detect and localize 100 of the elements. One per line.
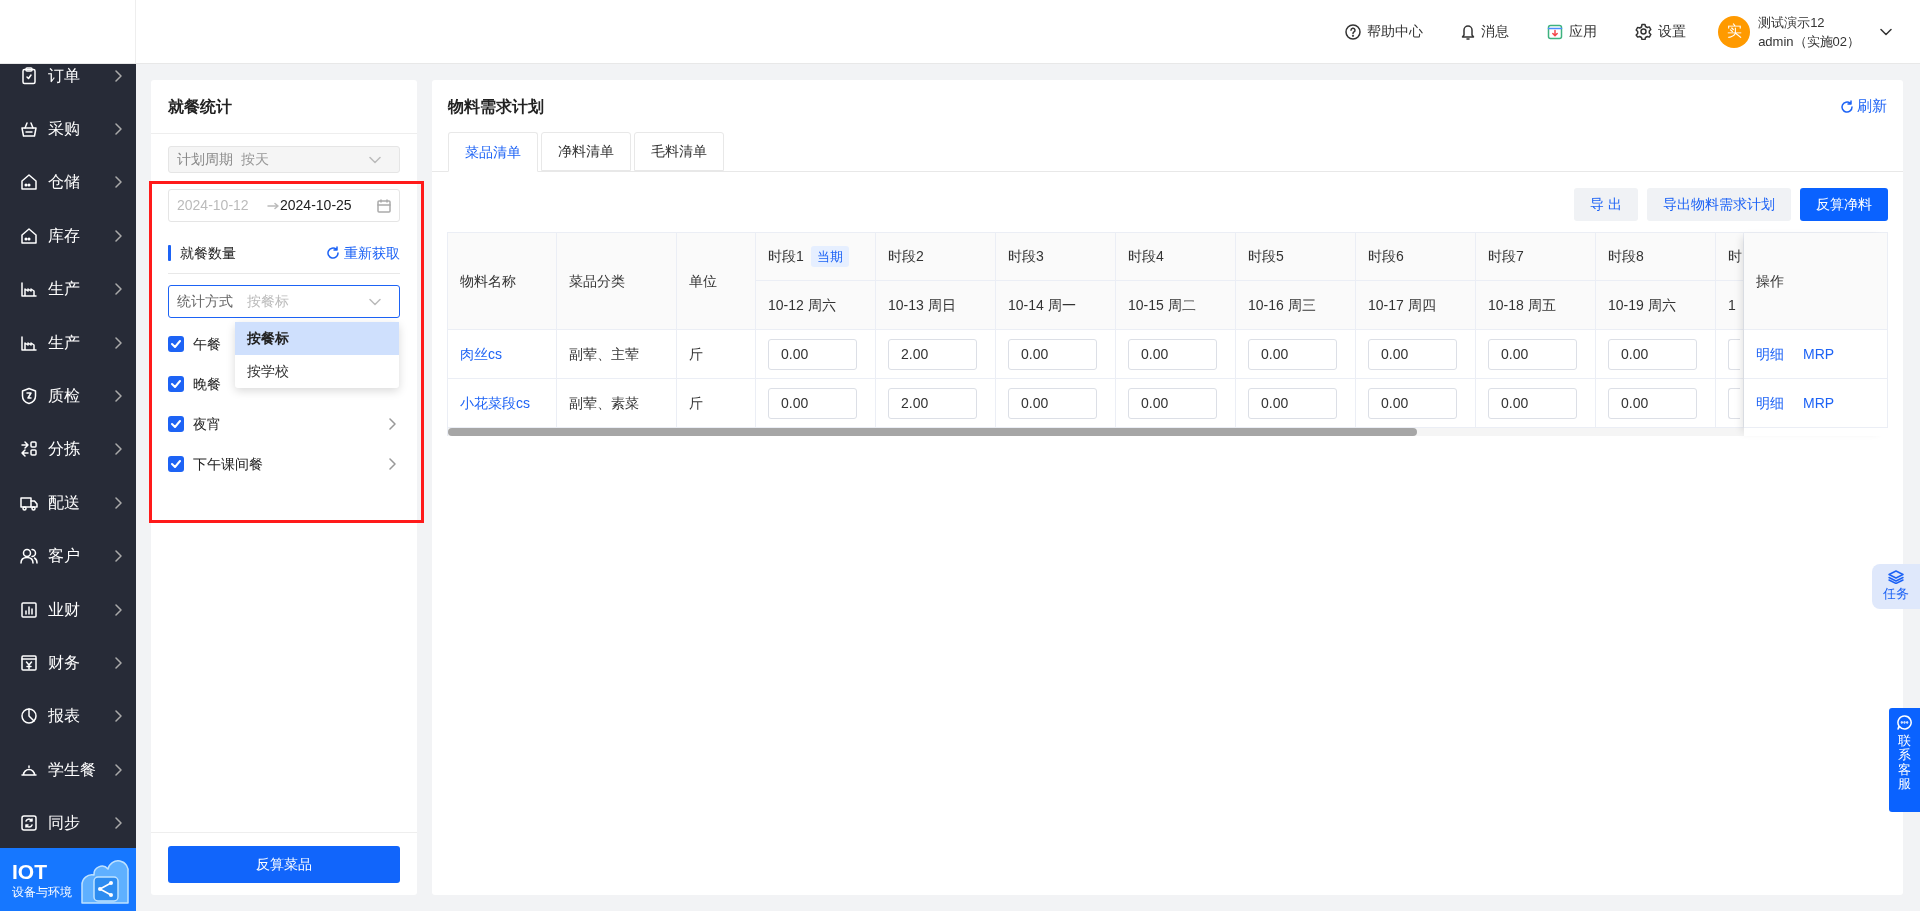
arrow-right-icon (267, 201, 279, 210)
sidebar-item[interactable]: 库存 (0, 209, 136, 263)
quantity-input[interactable]: 0.00 (1248, 338, 1337, 370)
chevron-right-icon (114, 283, 122, 296)
chevron-right-icon (114, 550, 122, 563)
chevron-right-icon (114, 123, 122, 136)
check-icon (171, 460, 181, 468)
end-date: 2024-10-25 (280, 196, 353, 215)
factory-icon (20, 333, 38, 352)
chevron-right-icon (114, 710, 122, 723)
checkbox[interactable] (168, 456, 184, 472)
checkbox[interactable] (168, 376, 184, 392)
column-subheader: 10-16 周三 (1248, 295, 1316, 315)
export-button[interactable]: 导出物料需求计划 (1647, 188, 1791, 221)
sidebar-item[interactable]: 生产 (0, 262, 136, 316)
sidebar-label: 生产 (48, 332, 81, 353)
apps-button[interactable]: 应用 (1547, 21, 1598, 42)
sidebar-item[interactable]: 财务 (0, 636, 136, 690)
select-label: 计划周期 (177, 150, 233, 169)
user-account: admin（实施02） (1758, 32, 1860, 51)
chevron-right-icon (114, 336, 122, 349)
quantity-input[interactable]: 0.00 (1368, 338, 1457, 370)
user-menu[interactable]: 实 测试演示12 admin（实施02） (1718, 12, 1892, 51)
sidebar-item[interactable]: 配送 (0, 476, 136, 530)
sidebar-label: 业财 (48, 599, 81, 620)
material-link[interactable]: 小花菜段cs (460, 392, 530, 414)
sidebar-item[interactable]: 同步 (0, 796, 136, 848)
tab[interactable]: 菜品清单 (448, 132, 538, 172)
quantity-input[interactable]: 0.00 (1008, 338, 1097, 370)
sidebar-label: 客户 (48, 546, 81, 567)
quantity-input[interactable]: 0.00 (768, 338, 857, 370)
checkbox[interactable] (168, 416, 184, 432)
sidebar-item[interactable]: 报表 (0, 689, 136, 744)
date-range-field[interactable]: 2024-10-12 2024-10-25 (168, 189, 400, 222)
column-subheader: 10-13 周日 (888, 295, 956, 315)
chevron-right-icon (114, 390, 122, 403)
sidebar-item[interactable]: 质检 (0, 369, 136, 423)
quantity-input[interactable]: 0.00 (1008, 387, 1097, 419)
sidebar-item[interactable]: 业财 (0, 582, 136, 637)
quantity-input[interactable]: 0.00 (1488, 338, 1577, 370)
stat-method-select[interactable]: 统计方式 按餐标 (168, 285, 400, 318)
factory-icon (20, 280, 38, 299)
sidebar-item[interactable]: 仓储 (0, 155, 136, 210)
quantity-input[interactable]: 2.00 (888, 387, 977, 419)
sidebar-item[interactable]: 生产 (0, 315, 136, 370)
refresh-button[interactable]: 刷新 (1840, 95, 1887, 118)
quantity-input[interactable]: 2.00 (888, 338, 977, 370)
column-header: 时段3 (1008, 247, 1044, 266)
material-link[interactable]: 肉丝cs (460, 343, 502, 365)
iot-banner[interactable]: IOT 设备与环境 (0, 848, 136, 911)
column-header: 时段5 (1248, 247, 1284, 266)
sidebar-label: 财务 (48, 653, 81, 673)
sidebar-item[interactable]: 学生餐 (0, 743, 136, 797)
task-button[interactable]: 任务 (1872, 564, 1920, 609)
recalculate-button[interactable]: 反算净料 (1800, 188, 1888, 221)
meal-label: 夜宵 (193, 414, 221, 434)
quantity-input[interactable] (1728, 338, 1740, 370)
quantity-input[interactable]: 0.00 (1368, 387, 1457, 419)
export-button[interactable]: 导 出 (1574, 188, 1638, 221)
sidebar-item[interactable]: 客户 (0, 529, 136, 583)
scrollbar-thumb[interactable] (448, 428, 1417, 436)
action-link[interactable]: MRP (1803, 392, 1835, 414)
dropdown-option[interactable]: 按学校 (235, 355, 399, 388)
messages-button[interactable]: 消息 (1461, 21, 1510, 42)
panel-title: 就餐统计 (168, 96, 232, 117)
refetch-button[interactable]: 重新获取 (326, 242, 400, 264)
quantity-input[interactable] (1728, 387, 1740, 419)
column-subheader: 10-12 周六 (768, 295, 836, 315)
sidebar-item[interactable]: 订单 (0, 64, 136, 103)
contact-service-button[interactable]: 联系客服 (1889, 708, 1920, 812)
bar-chart-icon (20, 600, 38, 619)
recalculate-dishes-button[interactable]: 反算菜品 (168, 846, 400, 883)
start-date: 2024-10-12 (177, 196, 250, 215)
column-header: 物料名称 (460, 271, 516, 291)
settings-icon (1635, 23, 1653, 40)
sidebar-item[interactable]: 采购 (0, 102, 136, 156)
column-header: 时段8 (1608, 247, 1644, 266)
checkbox[interactable] (168, 336, 184, 352)
chevron-down-icon (1880, 27, 1892, 36)
chat-icon (1897, 715, 1912, 730)
quantity-input[interactable]: 0.00 (768, 387, 857, 419)
quantity-input[interactable]: 0.00 (1128, 387, 1217, 419)
quantity-input[interactable]: 0.00 (1608, 338, 1697, 370)
action-link[interactable]: 明细 (1756, 343, 1784, 365)
quantity-input[interactable]: 0.00 (1608, 387, 1697, 419)
action-link[interactable]: MRP (1803, 343, 1835, 365)
tab[interactable]: 净料清单 (541, 132, 631, 171)
quantity-input[interactable]: 0.00 (1488, 387, 1577, 419)
quantity-input[interactable]: 0.00 (1128, 338, 1217, 370)
column-header: 时段2 (888, 247, 924, 266)
action-link[interactable]: 明细 (1756, 392, 1784, 414)
basket-icon (20, 120, 38, 139)
dropdown-option[interactable]: 按餐标 (235, 322, 399, 355)
column-header: 时段4 (1128, 247, 1164, 266)
layers-icon (1888, 569, 1904, 584)
tab[interactable]: 毛料清单 (634, 132, 724, 171)
settings-button[interactable]: 设置 (1635, 21, 1687, 42)
help-link[interactable]: 帮助中心 (1345, 21, 1424, 42)
quantity-input[interactable]: 0.00 (1248, 387, 1337, 419)
sidebar-item[interactable]: 分拣 (0, 422, 136, 477)
